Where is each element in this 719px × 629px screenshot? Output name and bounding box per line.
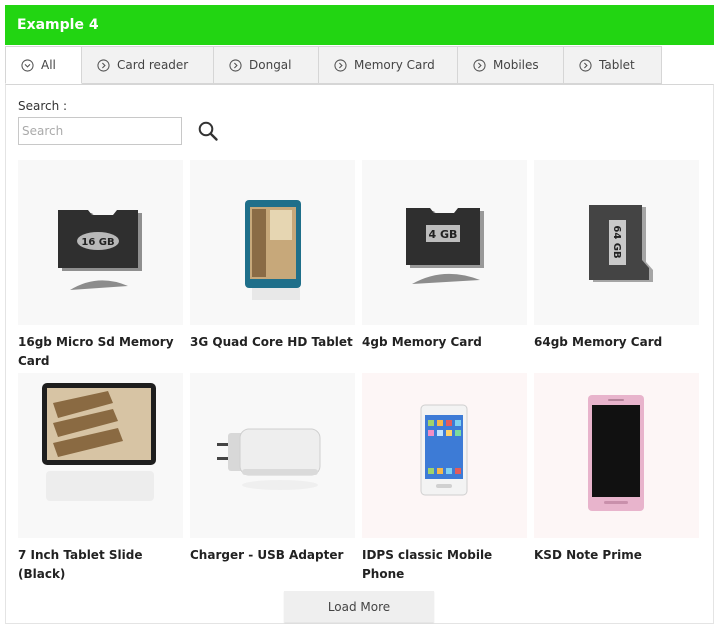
search-input[interactable] — [18, 117, 182, 145]
page-header: Example 4 — [5, 5, 714, 45]
category-tabs: All Card reader Dongal Memory Card Mobil… — [5, 46, 662, 84]
chevron-circle-right-icon — [334, 58, 347, 72]
product-name[interactable]: 4gb Memory Card — [362, 333, 527, 352]
mobile-phone-icon — [588, 395, 644, 511]
product-image[interactable]: 16 GB — [18, 160, 183, 325]
product-card[interactable]: 7 Inch Tablet Slide (Black) — [18, 373, 183, 584]
product-name[interactable]: 64gb Memory Card — [534, 333, 699, 352]
product-name[interactable]: KSD Note Prime — [534, 546, 699, 565]
chevron-circle-right-icon — [97, 58, 110, 72]
tab-dongal[interactable]: Dongal — [214, 46, 319, 84]
tab-label: Dongal — [249, 58, 292, 72]
search-label: Search : — [18, 99, 68, 113]
product-name[interactable]: Charger - USB Adapter — [190, 546, 355, 565]
product-card[interactable]: IDPS classic Mobile Phone — [362, 373, 527, 584]
tab-label: Card reader — [117, 58, 189, 72]
product-name[interactable]: 16gb Micro Sd Memory Card — [18, 333, 183, 371]
mobile-phone-icon — [420, 404, 468, 496]
tab-label: Tablet — [599, 58, 635, 72]
product-image-text: 4 GB — [429, 228, 458, 241]
memory-card-icon: 4 GB — [406, 208, 484, 284]
load-more-button[interactable]: Load More — [284, 591, 434, 622]
chevron-circle-right-icon — [229, 58, 242, 72]
product-card[interactable]: Charger - USB Adapter — [190, 373, 355, 565]
product-image[interactable] — [190, 373, 355, 538]
chevron-circle-right-icon — [473, 58, 486, 72]
product-image[interactable] — [190, 160, 355, 325]
tab-memory-card[interactable]: Memory Card — [319, 46, 458, 84]
product-name[interactable]: IDPS classic Mobile Phone — [362, 546, 527, 584]
product-card[interactable]: 16 GB 16gb Micro Sd Memory Card — [18, 160, 183, 371]
tab-all[interactable]: All — [5, 46, 82, 84]
search-icon[interactable] — [197, 120, 219, 142]
memory-card-icon: 16 GB — [58, 210, 142, 290]
product-name[interactable]: 7 Inch Tablet Slide (Black) — [18, 546, 183, 584]
header-title: Example 4 — [17, 17, 99, 33]
tablet-icon — [42, 383, 156, 501]
chevron-circle-down-icon — [21, 58, 34, 72]
chevron-circle-right-icon — [579, 58, 592, 72]
product-image[interactable] — [534, 373, 699, 538]
product-name[interactable]: 3G Quad Core HD Tablet — [190, 333, 355, 352]
product-image[interactable]: 64 GB — [534, 160, 699, 325]
product-image[interactable] — [18, 373, 183, 538]
tab-card-reader[interactable]: Card reader — [82, 46, 214, 84]
tablet-icon — [245, 200, 301, 300]
product-image-text: 64 GB — [611, 225, 622, 258]
tab-mobiles[interactable]: Mobiles — [458, 46, 564, 84]
tab-label: Memory Card — [354, 58, 435, 72]
tab-label: All — [41, 58, 56, 72]
product-image-text: 16 GB — [81, 237, 114, 248]
product-image[interactable] — [362, 373, 527, 538]
product-card[interactable]: KSD Note Prime — [534, 373, 699, 565]
product-card[interactable]: 3G Quad Core HD Tablet — [190, 160, 355, 352]
tab-tablet[interactable]: Tablet — [564, 46, 662, 84]
product-image[interactable]: 4 GB — [362, 160, 527, 325]
product-card[interactable]: 4 GB 4gb Memory Card — [362, 160, 527, 352]
tab-label: Mobiles — [493, 58, 539, 72]
memory-card-icon: 64 GB — [589, 205, 653, 282]
charger-icon — [217, 428, 321, 490]
product-card[interactable]: 64 GB 64gb Memory Card — [534, 160, 699, 352]
